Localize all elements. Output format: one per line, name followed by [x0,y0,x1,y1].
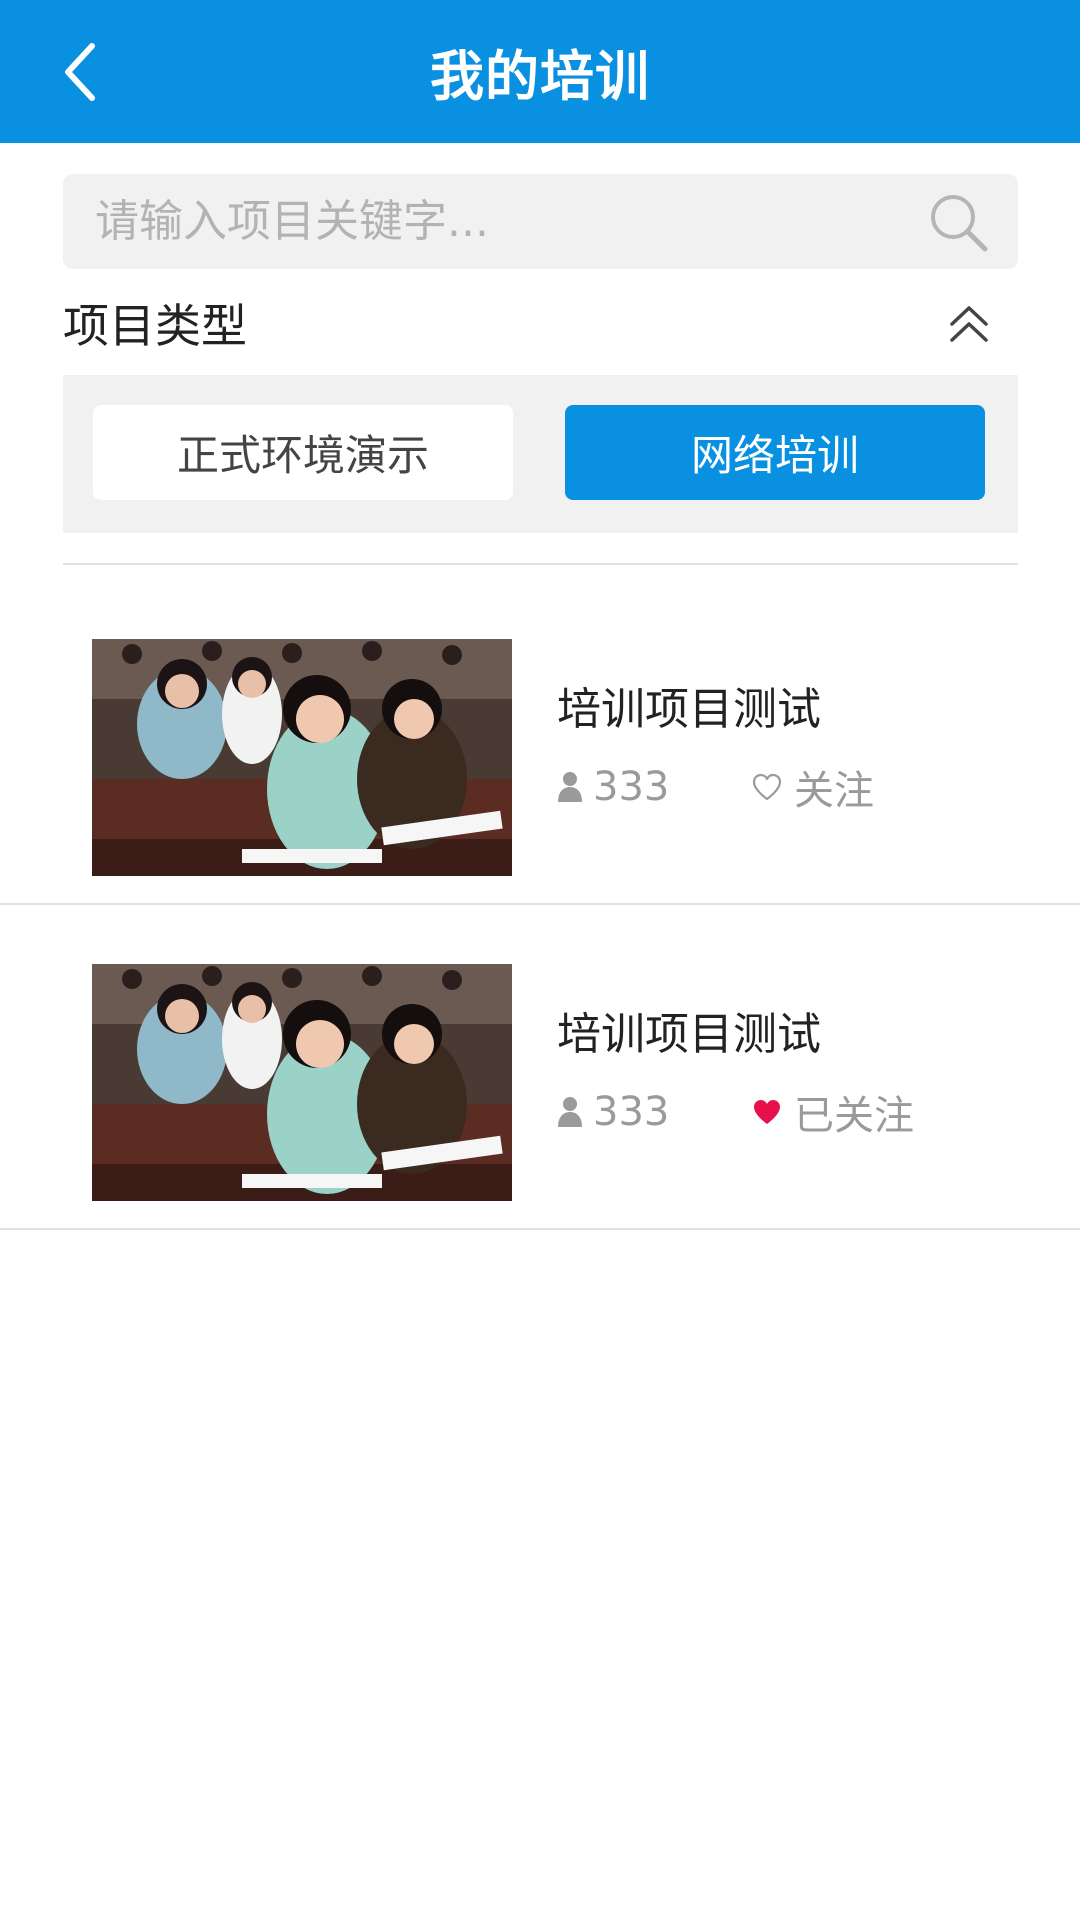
course-title: 培训项目测试 [557,1009,821,1060]
user-icon [558,772,582,802]
participant-count: 333 [557,1087,669,1137]
project-type-panel: 正式环境演示 网络培训 [63,375,1018,533]
top-app-bar: 我的培训 [0,0,1080,143]
list-item[interactable]: 培训项目测试 333 关注 [0,580,1080,905]
double-chevron-up-icon[interactable] [944,302,994,352]
divider [63,563,1018,565]
course-title: 培训项目测试 [557,684,821,735]
course-thumbnail [92,964,512,1201]
section-title-project-type: 项目类型 [63,299,247,353]
follow-button[interactable]: 关注 [752,762,874,814]
search-input[interactable] [93,174,913,269]
list-item[interactable]: 培训项目测试 333 已关注 [0,905,1080,1230]
follow-label: 关注 [794,768,874,814]
follow-label: 已关注 [794,1093,914,1139]
course-thumbnail [92,639,512,876]
heart-filled-icon [754,1100,780,1124]
user-icon [558,1097,582,1127]
search-bar [63,174,1018,269]
heart-outline-icon [752,773,782,801]
search-icon[interactable] [928,192,990,254]
participant-count-value: 333 [593,764,670,810]
page-title: 我的培训 [430,45,650,108]
participant-count: 333 [557,762,669,812]
type-button-online-training[interactable]: 网络培训 [565,405,985,500]
participant-count-value: 333 [593,1089,670,1135]
unfollow-button[interactable]: 已关注 [752,1087,914,1139]
type-button-formal-demo[interactable]: 正式环境演示 [93,405,513,500]
